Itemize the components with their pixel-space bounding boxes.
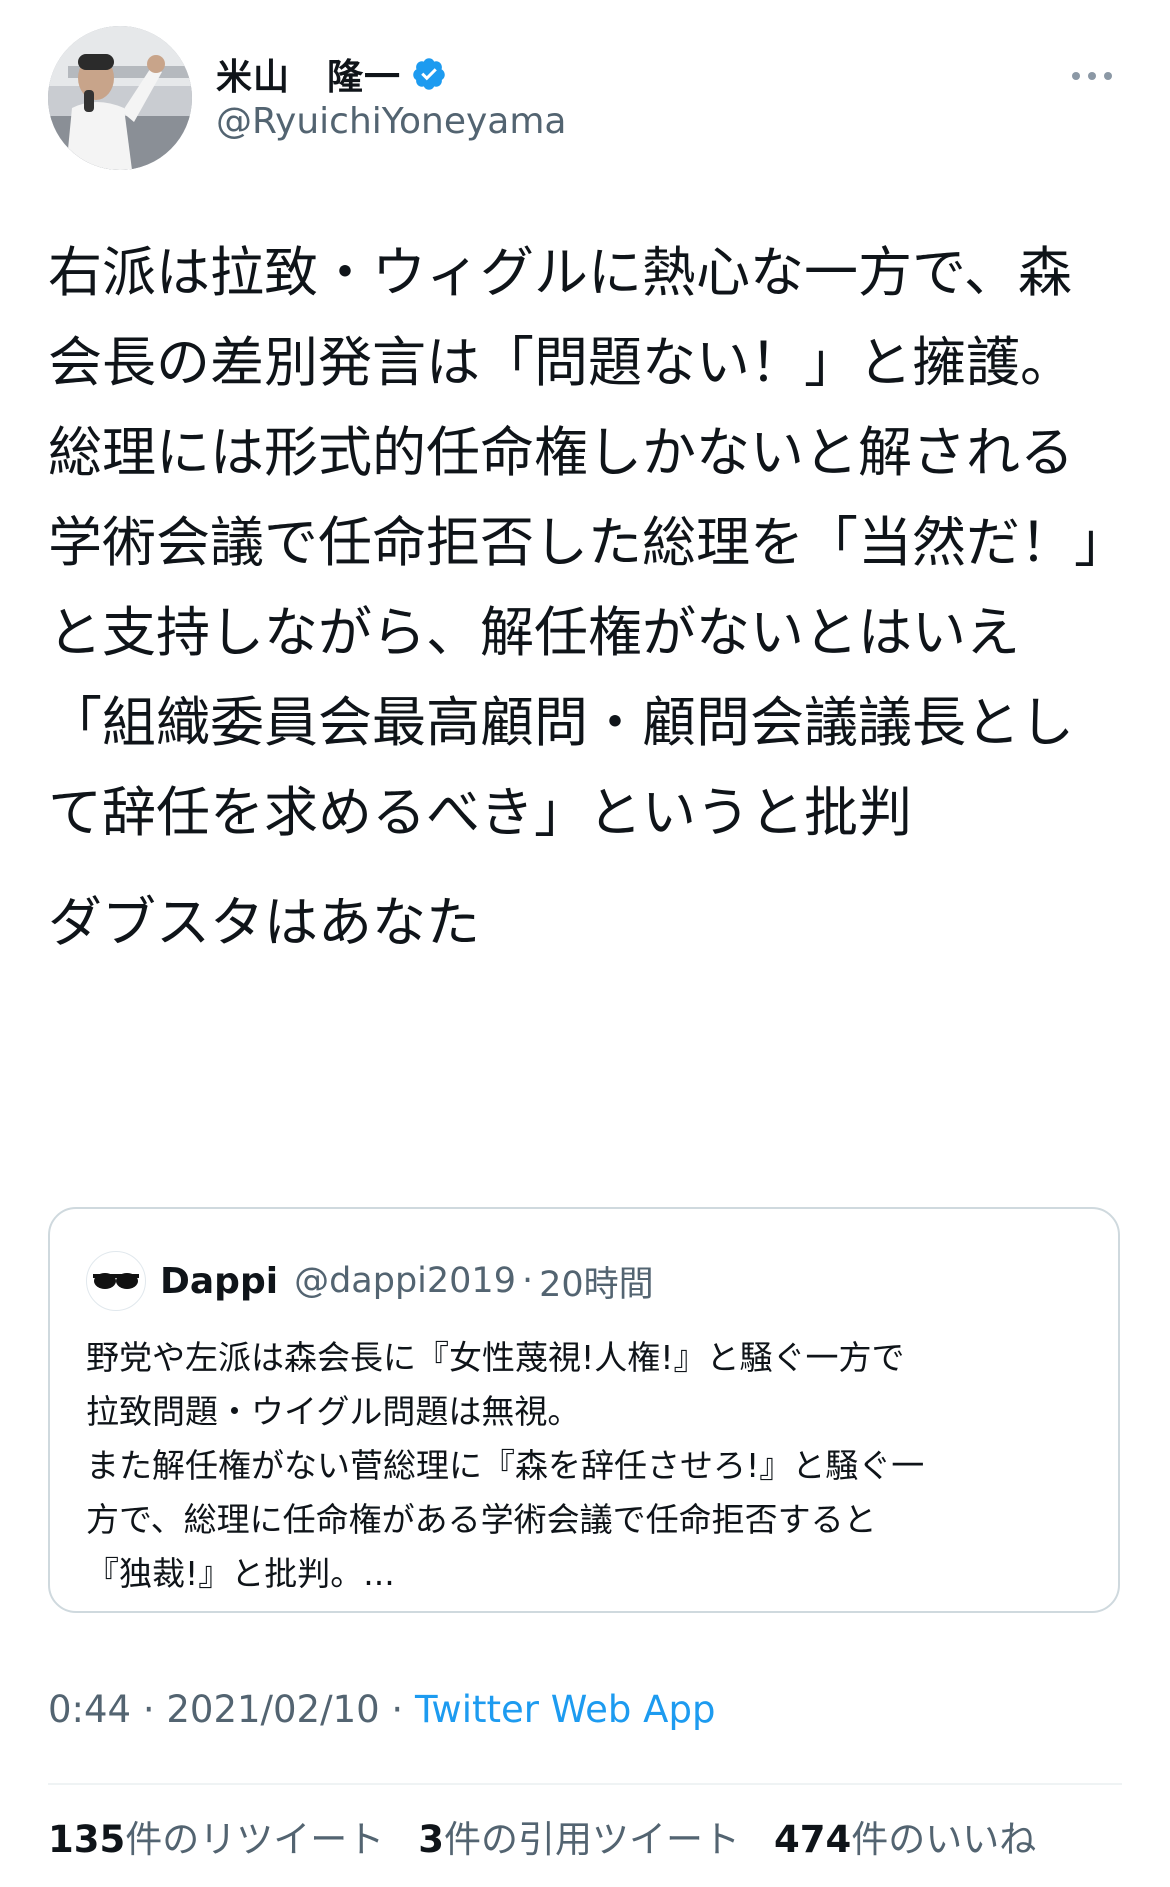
quotes-label: 件の引用ツイート [443,1818,740,1861]
separator: · [379,1688,415,1731]
retweets-label: 件のリツイート [125,1818,385,1861]
quoted-tweet-text: 野党や左派は森会長に『女性蔑視!人権!』と騒ぐ一方で 拉致問題・ウイグル問題は無… [86,1331,1086,1601]
quotes-count: 3 [418,1818,444,1861]
divider [48,1783,1122,1785]
likes-count: 474 [773,1818,852,1861]
retweets-count: 135 [48,1818,126,1861]
tweet-detail-page: 米山 隆一 @RyuichiYoneyama 右派は拉致・ウィグルに熱心な一方で… [0,0,1170,1887]
quoted-avatar[interactable] [86,1251,146,1311]
name-row: 米山 隆一 [216,48,447,100]
separator: · [131,1688,167,1731]
tweet-date[interactable]: 2021/02/10 [166,1688,379,1731]
more-horizontal-icon[interactable] [1068,64,1116,88]
quoted-tweet[interactable]: Dappi @dappi2019 · 20時間 野党や左派は森会長に『女性蔑視!… [48,1207,1120,1613]
tweet-source-link[interactable]: Twitter Web App [415,1688,715,1731]
sunglasses-icon [93,1273,139,1289]
quoted-handle[interactable]: @dappi2019 [294,1261,516,1301]
tweet-header: 米山 隆一 @RyuichiYoneyama [48,26,1122,171]
avatar[interactable] [48,26,192,170]
separator: · [521,1261,534,1301]
quoted-tweet-header: Dappi @dappi2019 · 20時間 [86,1251,654,1311]
likes-stat[interactable]: 474件のいいね [774,1809,1036,1863]
quoted-text-line: また解任権がない菅総理に『森を辞任させろ!』と騒ぐ一 [86,1446,925,1485]
retweets-stat[interactable]: 135件のリツイート [48,1809,384,1863]
quoted-text-line: 野党や左派は森会長に『女性蔑視!人権!』と騒ぐ一方で [86,1338,905,1377]
tweet-text: 右派は拉致・ウィグルに熱心な一方で、森会長の差別発言は「問題ない！」と擁護。 総… [48,228,1120,968]
tweet-paragraph: ダブスタはあなた [48,891,480,954]
verified-badge-icon [413,58,445,90]
quoted-time[interactable]: 20時間 [539,1256,654,1307]
quoted-text-line: 拉致問題・ウイグル問題は無視。 [86,1392,581,1431]
likes-label: 件のいいね [851,1818,1037,1861]
tweet-time[interactable]: 0:44 [48,1688,131,1731]
tweet-meta: 0:44 · 2021/02/10 · Twitter Web App [48,1688,715,1731]
quoted-text-line: 『独裁!』と批判。... [86,1554,395,1593]
quoted-name[interactable]: Dappi [160,1261,278,1302]
display-name[interactable]: 米山 隆一 [216,48,401,100]
author-handle[interactable]: @RyuichiYoneyama [216,101,566,142]
quoted-text-line: 方で、総理に任命権がある学術会議で任命拒否すると [86,1500,877,1539]
tweet-paragraph: 右派は拉致・ウィグルに熱心な一方で、森会長の差別発言は「問題ない！」と擁護。 総… [48,241,1101,844]
tweet-stats: 135件のリツイート 3件の引用ツイート 474件のいいね [48,1809,1070,1863]
quotes-stat[interactable]: 3件の引用ツイート [418,1809,740,1863]
